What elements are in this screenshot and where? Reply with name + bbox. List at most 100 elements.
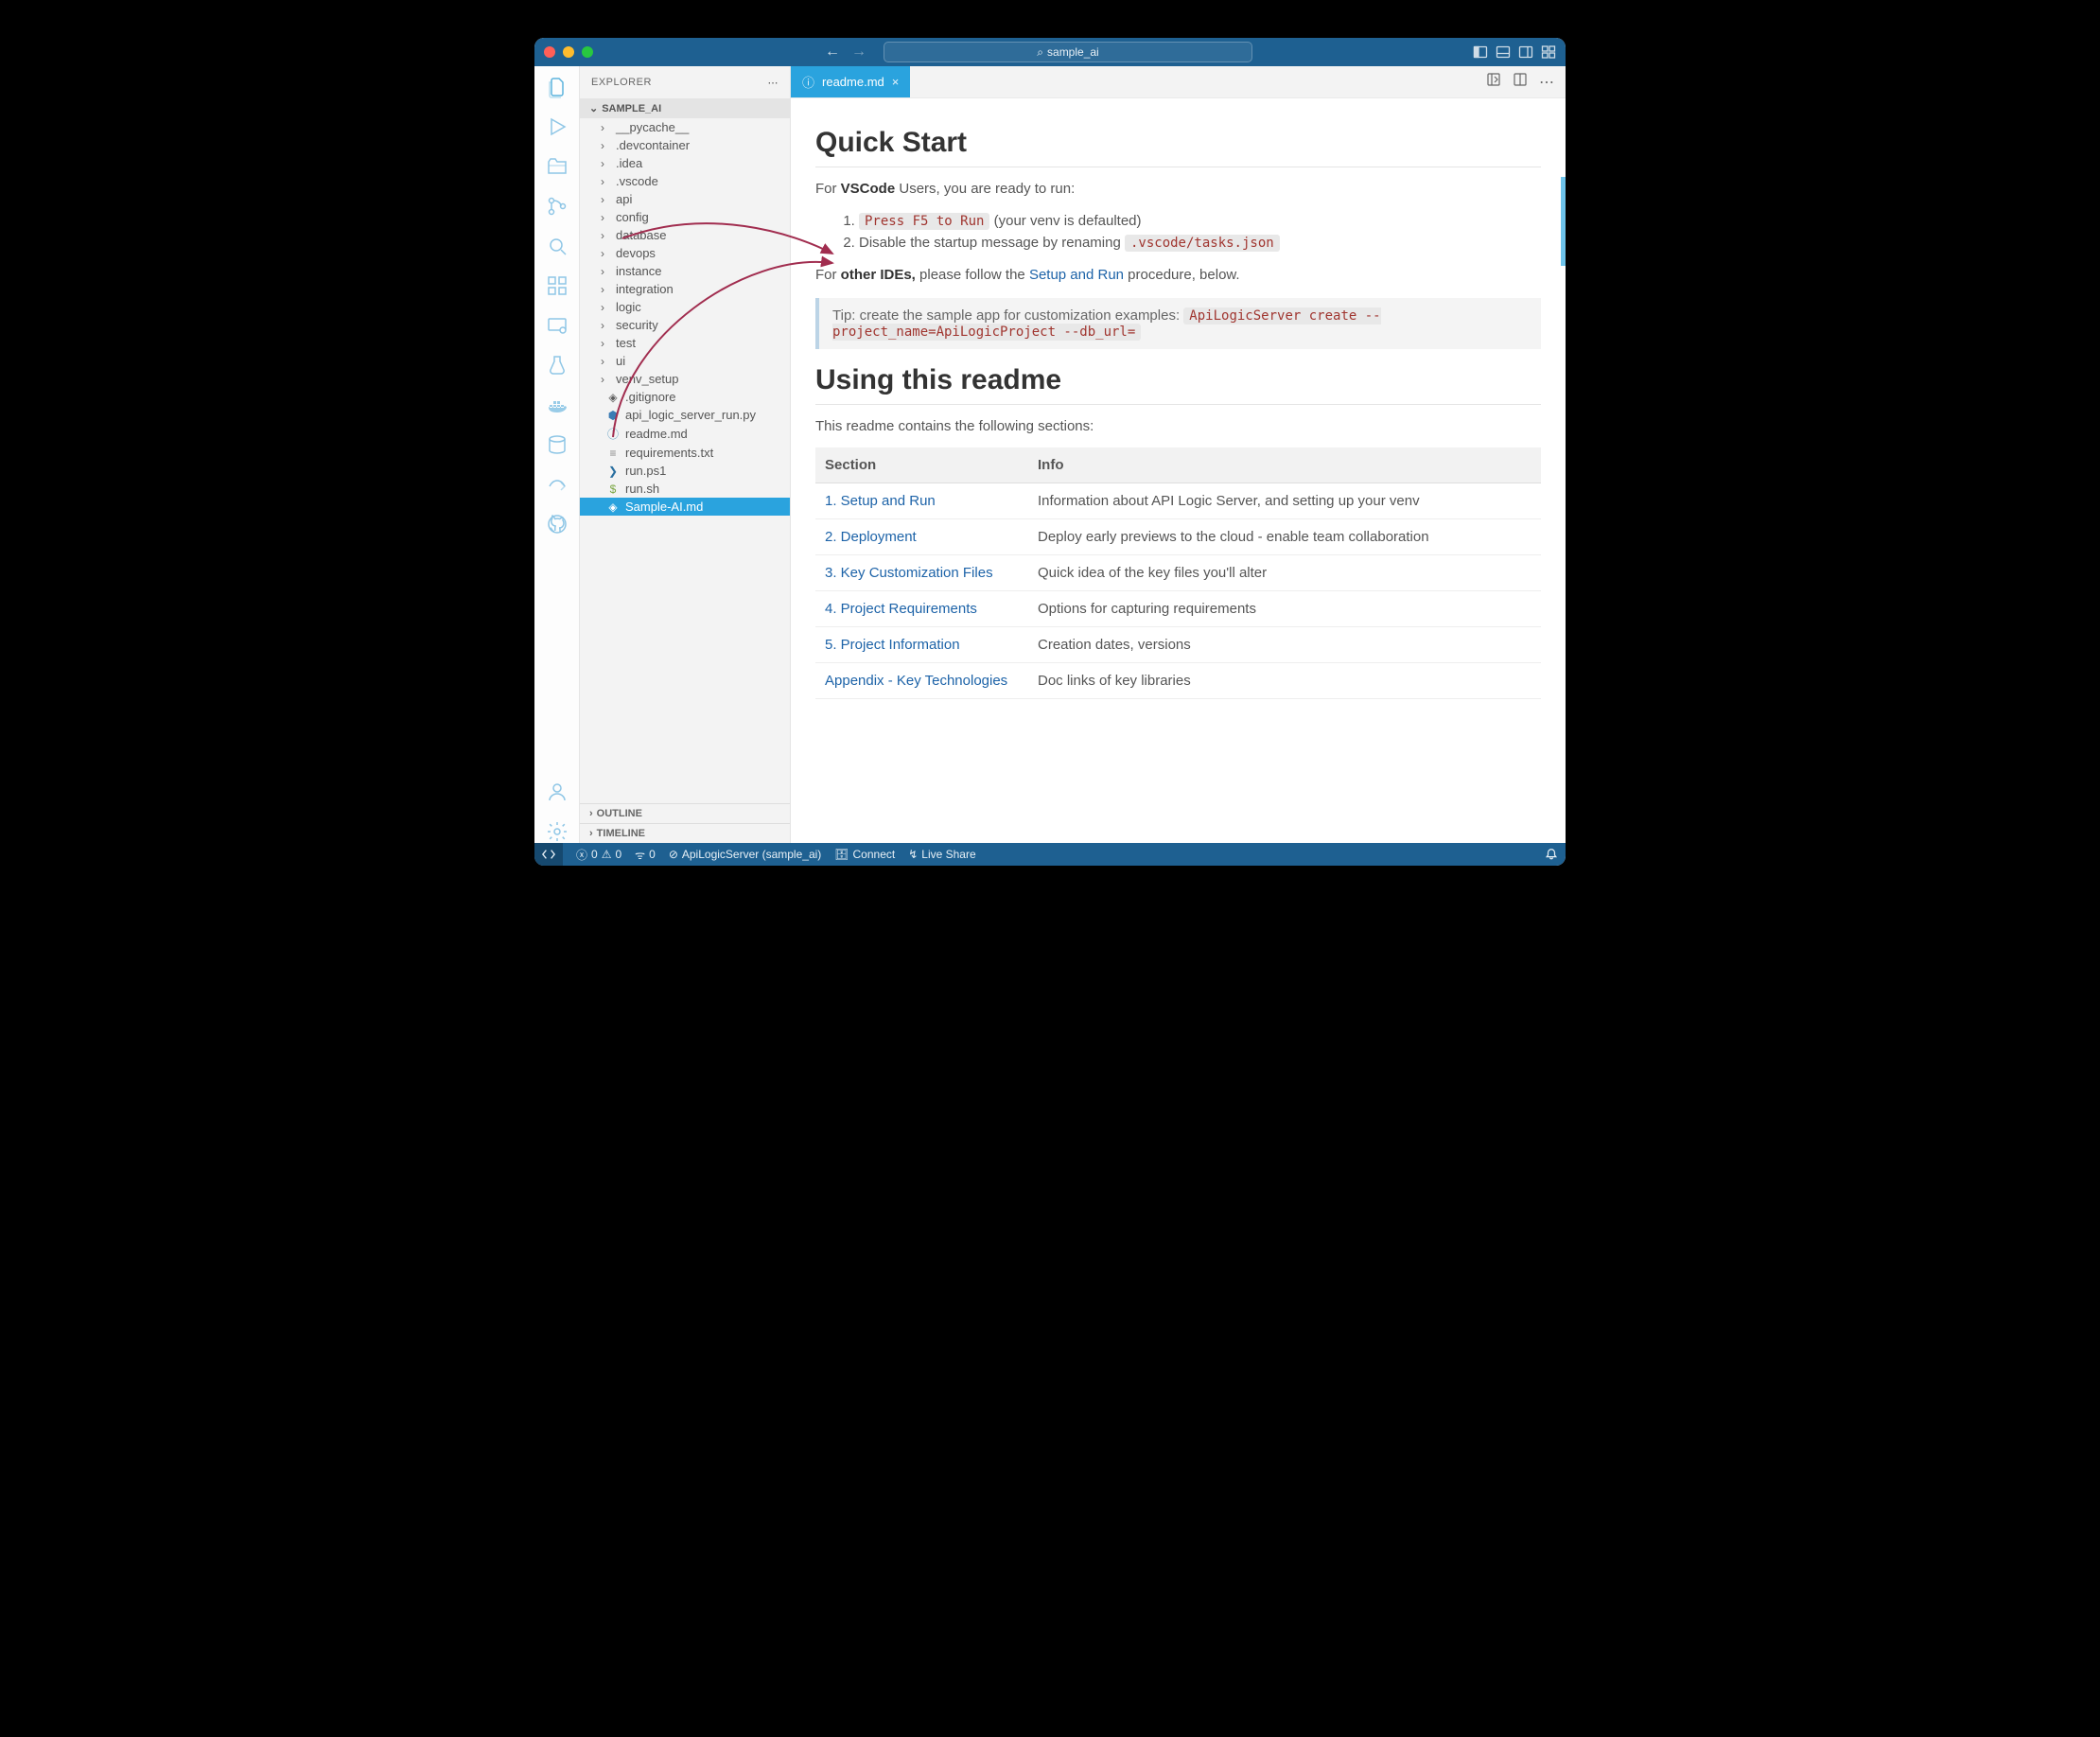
chevron-right-icon: › [589, 828, 593, 839]
warning-icon: ⚠ [602, 848, 612, 861]
folder-item[interactable]: ›venv_setup [580, 370, 790, 388]
folder-item[interactable]: ›test [580, 334, 790, 352]
python-icon: ⊘ [669, 848, 678, 861]
search-activity-icon[interactable] [546, 235, 569, 257]
list-item: Disable the startup message by renaming … [859, 232, 1541, 254]
ports-indicator[interactable]: ᯤ0 [635, 847, 656, 863]
explorer-icon[interactable] [546, 76, 569, 98]
workspace-root[interactable]: ⌄ SAMPLE_AI [580, 98, 790, 118]
file-label: requirements.txt [625, 446, 713, 460]
file-item[interactable]: ≡requirements.txt [580, 444, 790, 462]
folder-item[interactable]: ›.devcontainer [580, 136, 790, 154]
folder-item[interactable]: ›security [580, 316, 790, 334]
open-preview-icon[interactable] [1486, 72, 1501, 92]
folder-item[interactable]: ›.idea [580, 154, 790, 172]
chevron-down-icon: ⌄ [589, 102, 598, 114]
folder-item[interactable]: ›instance [580, 262, 790, 280]
explorer-title: EXPLORER [591, 77, 652, 88]
live-share[interactable]: ↯Live Share [908, 848, 975, 861]
toggle-secondary-sidebar-icon[interactable] [1518, 44, 1533, 60]
editor-actions: ⋯ [1486, 66, 1566, 97]
github-icon[interactable] [546, 513, 569, 535]
file-icon: ◈ [606, 391, 620, 404]
folder-label: logic [616, 300, 641, 314]
main-area: EXPLORER ⋯ ⌄ SAMPLE_AI ›__pycache__›.dev… [534, 66, 1566, 843]
file-item[interactable]: $run.sh [580, 480, 790, 498]
folder-item[interactable]: ›__pycache__ [580, 118, 790, 136]
section-info: Options for capturing requirements [1028, 591, 1541, 627]
tab-readme[interactable]: ⓘ readme.md × [791, 66, 910, 97]
file-item[interactable]: ❯run.ps1 [580, 462, 790, 480]
remote-indicator[interactable] [534, 843, 563, 866]
folder-label: database [616, 228, 667, 242]
radio-tower-icon: ᯤ [635, 847, 645, 863]
section-link[interactable]: 5. Project Information [825, 637, 960, 653]
notifications-icon[interactable] [1545, 848, 1558, 861]
file-label: run.ps1 [625, 464, 666, 478]
folder-item[interactable]: ›api [580, 190, 790, 208]
explorer-header: EXPLORER ⋯ [580, 66, 790, 98]
section-link[interactable]: 1. Setup and Run [825, 493, 936, 509]
nav-back-icon[interactable]: ← [825, 44, 840, 61]
table-row: Appendix - Key TechnologiesDoc links of … [815, 663, 1541, 699]
chevron-right-icon: › [601, 139, 610, 152]
maximize-window[interactable] [582, 46, 593, 58]
window-controls [544, 46, 593, 58]
python-env[interactable]: ⊘ApiLogicServer (sample_ai) [669, 848, 821, 861]
timeline-section[interactable]: › TIMELINE [580, 823, 790, 843]
section-link[interactable]: 2. Deployment [825, 529, 917, 545]
chevron-right-icon: › [601, 247, 610, 260]
docker-icon[interactable] [546, 394, 569, 416]
chevron-right-icon: › [601, 355, 610, 368]
folder-icon[interactable] [546, 155, 569, 178]
section-link[interactable]: Appendix - Key Technologies [825, 673, 1007, 689]
folder-item[interactable]: ›logic [580, 298, 790, 316]
file-item[interactable]: ◈.gitignore [580, 388, 790, 406]
share-icon[interactable] [546, 473, 569, 496]
toggle-panel-icon[interactable] [1496, 44, 1511, 60]
chevron-right-icon: › [601, 373, 610, 386]
section-link[interactable]: 3. Key Customization Files [825, 565, 993, 581]
file-item[interactable]: ⬢api_logic_server_run.py [580, 406, 790, 424]
more-actions-icon[interactable]: ⋯ [1539, 73, 1554, 92]
sections-table: Section Info 1. Setup and RunInformation… [815, 447, 1541, 699]
file-item[interactable]: ⓘreadme.md [580, 424, 790, 444]
outline-label: OUTLINE [597, 808, 642, 819]
accounts-icon[interactable] [546, 781, 569, 803]
command-center[interactable]: ⌕ sample_ai [884, 42, 1252, 62]
file-item[interactable]: ◈Sample-AI.md [580, 498, 790, 516]
folder-label: api [616, 192, 632, 206]
database-icon[interactable] [546, 433, 569, 456]
th-info: Info [1028, 447, 1541, 483]
folder-item[interactable]: ›.vscode [580, 172, 790, 190]
outline-section[interactable]: › OUTLINE [580, 803, 790, 823]
folder-item[interactable]: ›devops [580, 244, 790, 262]
folder-item[interactable]: ›config [580, 208, 790, 226]
folder-item[interactable]: ›integration [580, 280, 790, 298]
nav-forward-icon[interactable]: → [851, 44, 866, 61]
customize-layout-icon[interactable] [1541, 44, 1556, 60]
source-control-icon[interactable] [546, 195, 569, 218]
remote-icon[interactable] [546, 314, 569, 337]
folder-item[interactable]: ›ui [580, 352, 790, 370]
run-debug-icon[interactable] [546, 115, 569, 138]
testing-icon[interactable] [546, 354, 569, 377]
folder-item[interactable]: ›database [580, 226, 790, 244]
search-label: sample_ai [1047, 45, 1099, 59]
problems-indicator[interactable]: ⓧ0 ⚠0 [576, 847, 621, 863]
split-editor-icon[interactable] [1513, 72, 1528, 92]
toggle-primary-sidebar-icon[interactable] [1473, 44, 1488, 60]
minimize-window[interactable] [563, 46, 574, 58]
close-window[interactable] [544, 46, 555, 58]
connect-button[interactable]: 🗄Connect [834, 848, 895, 861]
setup-run-link[interactable]: Setup and Run [1029, 267, 1124, 283]
file-icon: ⬢ [606, 409, 620, 422]
explorer-more-icon[interactable]: ⋯ [768, 77, 779, 89]
extensions-icon[interactable] [546, 274, 569, 297]
section-link[interactable]: 4. Project Requirements [825, 601, 977, 617]
search-icon: ⌕ [1037, 45, 1043, 60]
settings-gear-icon[interactable] [546, 820, 569, 843]
minimap-scrollbar[interactable] [1561, 177, 1566, 266]
markdown-preview[interactable]: Quick Start For VSCode Users, you are re… [791, 98, 1566, 843]
close-tab-icon[interactable]: × [892, 75, 900, 89]
